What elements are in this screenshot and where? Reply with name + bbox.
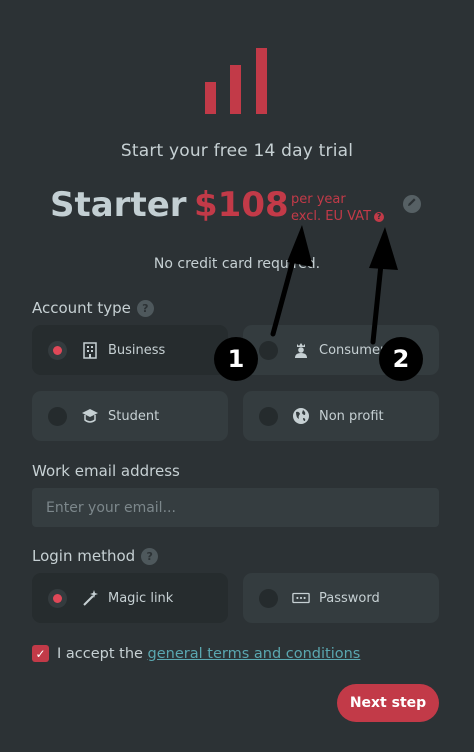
login-method-label-text: Login method: [32, 547, 136, 565]
plan-period-line2: excl. EU VAT: [291, 209, 372, 224]
login-method-label: Login method?: [32, 547, 159, 565]
account-option-business[interactable]: Business: [32, 325, 228, 375]
next-step-button[interactable]: Next step: [337, 684, 439, 722]
radio-button[interactable]: [259, 588, 278, 608]
option-label: Consumer: [319, 342, 386, 358]
radio-button[interactable]: [48, 340, 67, 360]
annotation-badge-2: 2: [379, 337, 423, 381]
radio-selected-dot: [53, 593, 62, 603]
no-credit-card-notice: No credit card required.: [153, 256, 321, 272]
accept-terms-text: I accept the general terms and condition…: [57, 646, 360, 662]
globe-icon: [292, 407, 310, 425]
plan-name: Starter: [50, 185, 187, 225]
logo-bar: [205, 82, 216, 114]
terms-row: ✓ I accept the general terms and conditi…: [32, 645, 360, 662]
graduation-cap-icon: [81, 407, 99, 425]
person-icon: [292, 341, 310, 359]
pencil-icon: [408, 198, 416, 206]
help-icon[interactable]: ?: [136, 300, 154, 317]
radio-button[interactable]: [259, 406, 278, 426]
account-type-label-text: Account type: [32, 299, 131, 317]
plan-vat-line: excl. EU VAT?: [291, 208, 385, 225]
login-option-magic-link[interactable]: Magic link: [32, 573, 228, 623]
radio-selected-dot: [53, 345, 62, 355]
logo-bar: [256, 48, 267, 114]
edit-plan-button[interactable]: [403, 195, 421, 213]
radio-button[interactable]: [48, 406, 67, 426]
magic-wand-icon: [81, 589, 99, 607]
accept-prefix: I accept the: [57, 645, 148, 662]
option-label: Student: [108, 408, 160, 424]
annotation-badge-1: 1: [214, 337, 258, 381]
plan-period: per year excl. EU VAT?: [291, 191, 385, 225]
option-label: Business: [108, 342, 166, 358]
annotation-arrow-1: [270, 225, 313, 337]
radio-button[interactable]: [259, 340, 278, 360]
work-email-label: Work email address: [32, 462, 180, 480]
logo-bar: [230, 65, 241, 114]
password-field-icon: [292, 589, 310, 607]
login-option-password[interactable]: Password: [243, 573, 439, 623]
radio-button[interactable]: [48, 588, 67, 608]
accept-terms-checkbox[interactable]: ✓: [32, 645, 49, 662]
account-type-label: Account type?: [32, 299, 154, 317]
plan-period-line1: per year: [291, 192, 346, 207]
option-label: Password: [319, 590, 380, 606]
work-email-input[interactable]: [32, 488, 439, 527]
account-option-student[interactable]: Student: [32, 391, 228, 441]
building-icon: [81, 341, 99, 359]
brand-logo-bars-icon: [205, 48, 267, 114]
terms-link[interactable]: general terms and conditions: [148, 646, 361, 662]
account-option-non-profit[interactable]: Non profit: [243, 391, 439, 441]
plan-price: $108: [194, 185, 289, 225]
page-subtitle: Start your free 14 day trial: [120, 141, 354, 161]
option-label: Non profit: [319, 408, 384, 424]
vat-info-icon[interactable]: ?: [374, 211, 385, 222]
option-label: Magic link: [108, 590, 174, 606]
help-icon[interactable]: ?: [141, 548, 159, 565]
